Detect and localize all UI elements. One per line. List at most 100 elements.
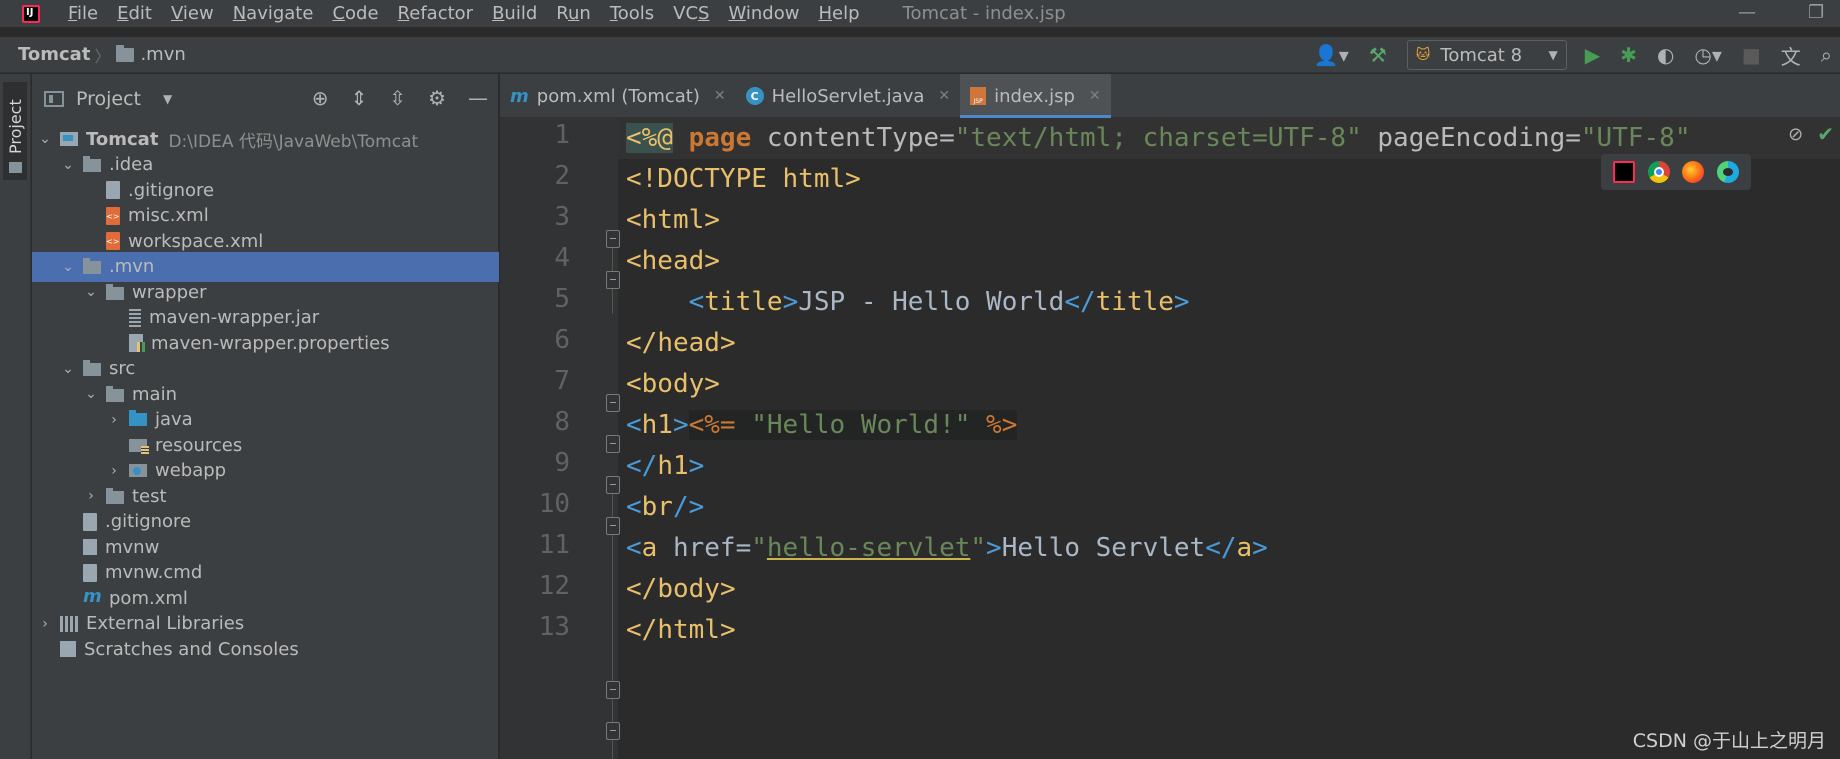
tree-item-label: maven-wrapper.jar [149,307,320,328]
script-file-icon [83,539,97,555]
coverage-icon[interactable]: ◐ [1657,43,1674,67]
fold-icon[interactable] [606,722,620,740]
fold-icon[interactable] [606,681,620,699]
tab-pom-xml[interactable]: m pom.xml (Tomcat) ✕ [500,74,736,118]
intellij-icon[interactable] [1613,161,1636,183]
chevron-down-icon[interactable]: ⌄ [38,131,52,147]
chevron-right-icon[interactable]: › [107,412,121,428]
tree-item-label: java [155,409,193,430]
menu-file[interactable]: File [68,3,98,24]
folder-icon [106,487,124,504]
checkmark-icon[interactable]: ✔ [1817,122,1834,146]
line-number: 3 [554,202,570,232]
tab-index-jsp[interactable]: JSP index.jsp ✕ [960,74,1111,118]
tab-label: HelloServlet.java [771,85,925,107]
href-link[interactable]: hello-servlet [767,533,971,563]
chevron-right-icon[interactable]: › [84,488,98,504]
menu-view[interactable]: View [171,3,214,24]
stop-icon[interactable]: ■ [1742,43,1761,67]
menu-tools[interactable]: Tools [610,3,654,24]
libraries-icon [60,615,78,632]
project-tool-window-tab[interactable]: Project [3,82,27,180]
tree-item-label: .idea [109,154,154,175]
tree-item-path: D:\IDEA 代码\JavaWeb\Tomcat [168,131,419,152]
hide-icon[interactable]: — [468,86,488,110]
run-configuration-select[interactable]: 🐱 Tomcat 8 ▼ [1406,40,1567,70]
chevron-down-icon[interactable]: ⌄ [84,386,98,402]
code-editor[interactable]: 1 2 3 4 5 6 7 8 9 10 11 12 13 <%@ page contentType="… [500,118,1840,759]
reader-mode-icon[interactable]: ⊘ [1788,124,1803,145]
tree-item-label: mvnw.cmd [105,562,203,583]
line-number: 13 [538,612,570,642]
navigation-bar: Tomcat 〉 .mvn 👤▾ ⚒ 🐱 Tomcat 8 ▼ ▶ ✱ ◐ ◷▾… [0,37,1840,73]
jsp-file-icon: JSP [970,87,987,105]
tree-item-label: resources [155,434,243,456]
translate-icon[interactable]: 文 [1781,41,1801,70]
tree-item-label: pom.xml [109,587,188,609]
line-number: 12 [538,571,570,601]
close-icon[interactable]: ✕ [938,88,950,104]
xml-file-icon [106,206,120,225]
breadcrumb: Tomcat 〉 .mvn [0,43,186,67]
profile-icon[interactable]: ◷▾ [1694,43,1722,67]
user-icon[interactable]: 👤▾ [1314,43,1349,67]
menu-build[interactable]: Build [492,3,537,24]
fold-icon[interactable] [606,230,620,248]
tree-item-label: src [109,358,136,379]
locate-file-icon[interactable]: ⊕ [312,86,329,110]
menu-edit[interactable]: Edit [117,3,152,24]
debug-icon[interactable]: ✱ [1620,43,1637,67]
gear-icon[interactable]: ⚙ [428,86,446,110]
tree-item-label: webapp [155,460,227,481]
expand-all-icon[interactable]: ⇕ [351,86,368,110]
tree-item[interactable]: Scratches and Consoles [32,634,499,664]
properties-file-icon [129,334,145,352]
close-icon[interactable]: ✕ [1089,88,1101,104]
tree-item-label: Scratches and Consoles [84,638,299,660]
menu-run[interactable]: Run [556,3,591,24]
code-line-8: <h1><%= "Hello World!" %> [626,410,1018,440]
run-icon[interactable]: ▶ [1585,43,1600,67]
restore-icon[interactable]: ❐ [1808,2,1824,23]
search-icon[interactable]: ⌕ [1821,43,1832,67]
tree-item-label: .mvn [109,256,155,277]
resources-folder-icon [129,438,149,454]
chevron-right-icon[interactable]: › [107,463,121,479]
tab-helloservlet-java[interactable]: C HelloServlet.java ✕ [736,74,960,118]
fold-icon[interactable] [606,476,620,494]
tree-item-label: maven-wrapper.properties [151,332,390,354]
menu-refactor[interactable]: Refactor [398,3,474,24]
chevron-down-icon[interactable]: ⌄ [61,157,75,173]
collapse-all-icon[interactable]: ⇳ [389,86,406,110]
breadcrumb-folder[interactable]: .mvn [140,44,185,65]
fold-icon[interactable] [606,271,620,289]
project-panel-title[interactable]: Project [76,88,141,110]
menu-vcs[interactable]: VCS [673,3,709,24]
build-hammer-icon[interactable]: ⚒ [1369,43,1387,67]
fold-icon[interactable] [606,394,620,412]
firefox-icon[interactable] [1682,161,1705,183]
intellij-logo-icon[interactable] [18,2,44,26]
code-line-7: <body> [626,369,720,399]
chevron-down-icon[interactable]: ⌄ [61,361,75,377]
menu-help[interactable]: Help [818,3,859,24]
window-title: Tomcat - index.jsp [902,3,1066,24]
minimize-icon[interactable]: — [1738,2,1756,23]
folder-icon [106,283,124,300]
fold-icon[interactable] [606,435,620,453]
chrome-icon[interactable] [1647,161,1670,183]
chevron-right-icon[interactable]: › [38,616,52,632]
code-line-9: </h1> [626,451,705,481]
edge-icon[interactable] [1716,161,1739,183]
fold-icon[interactable] [606,517,620,535]
menu-navigate[interactable]: Navigate [233,3,314,24]
chevron-down-icon[interactable]: ⌄ [61,259,75,275]
chevron-down-icon[interactable]: ⌄ [84,284,98,300]
close-icon[interactable]: ✕ [714,88,726,104]
breadcrumb-project[interactable]: Tomcat [18,44,90,65]
chevron-down-icon[interactable]: ▼ [163,92,172,106]
line-number: 6 [554,325,570,355]
tree-item-label: misc.xml [128,205,209,226]
menu-window[interactable]: Window [728,3,799,24]
menu-code[interactable]: Code [332,3,378,24]
